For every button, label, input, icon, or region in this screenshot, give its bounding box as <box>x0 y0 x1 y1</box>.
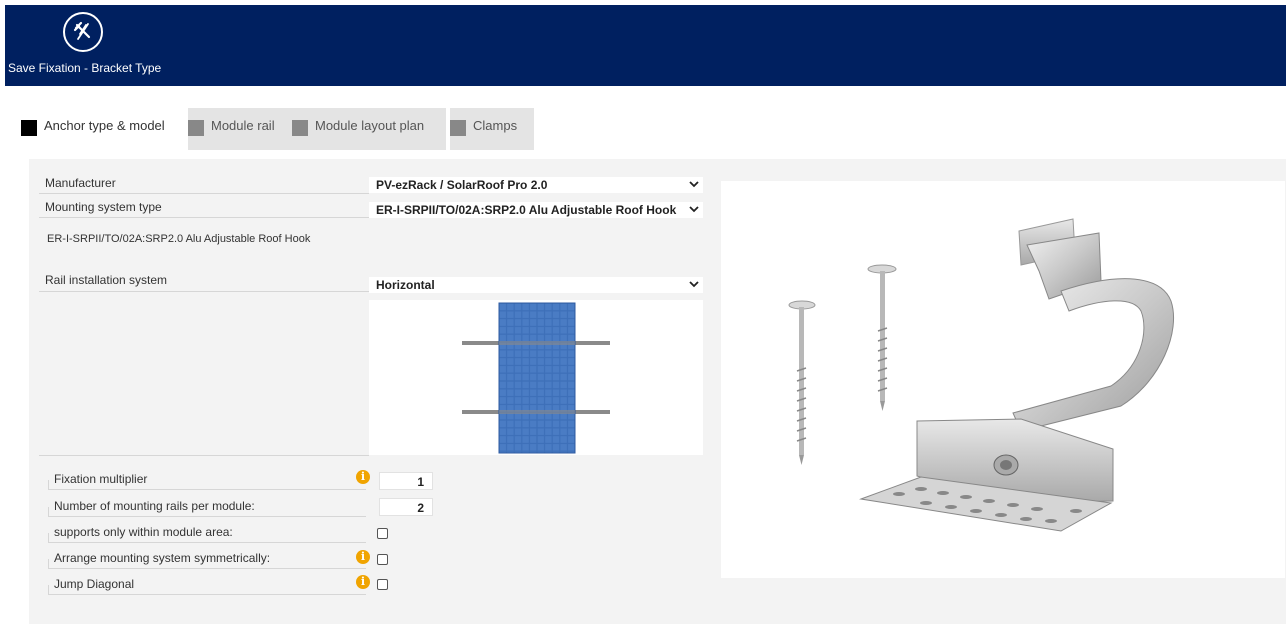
divider <box>39 217 369 218</box>
fixation-multiplier-label: Fixation multiplier <box>54 472 148 486</box>
arrange-symmetric-label: Arrange mounting system symmetrically: <box>54 551 271 565</box>
divider <box>48 594 366 595</box>
chevron-down-icon <box>689 206 699 213</box>
arrange-symmetric-checkbox[interactable] <box>377 554 388 565</box>
manufacturer-label: Manufacturer <box>45 176 116 190</box>
tab-label: Clamps <box>473 118 518 133</box>
rails-per-module-label: Number of mounting rails per module: <box>54 499 255 513</box>
divider <box>48 516 366 517</box>
tab-label: Module layout plan <box>315 118 425 133</box>
jump-diagonal-label: Jump Diagonal <box>54 577 135 591</box>
info-icon[interactable]: i <box>356 550 370 564</box>
divider <box>39 193 369 194</box>
mounting-type-select[interactable]: ER-I-SRPII/TO/02A:SRP2.0 Alu Adjustable … <box>369 202 703 218</box>
rail-system-label: Rail installation system <box>45 273 168 287</box>
divider <box>39 291 369 292</box>
divider <box>48 489 366 490</box>
rail-system-value: Horizontal <box>376 278 435 292</box>
tab-module-layout-plan[interactable]: Module layout plan <box>292 108 446 150</box>
rails-per-module-input[interactable]: 2 <box>379 498 433 516</box>
tab-clamps[interactable]: Clamps <box>450 108 534 150</box>
selected-product-text: ER-I-SRPII/TO/02A:SRP2.0 Alu Adjustable … <box>47 233 311 245</box>
tab-indicator-icon <box>188 120 204 136</box>
roof-hook-illustration <box>788 218 1175 532</box>
chevron-down-icon <box>689 181 699 188</box>
page-title: Save Fixation - Bracket Type <box>8 61 162 75</box>
tab-indicator-icon <box>21 120 37 136</box>
tab-indicator-icon <box>450 120 466 136</box>
mounting-type-value: ER-I-SRPII/TO/02A:SRP2.0 Alu Adjustable … <box>376 203 677 217</box>
divider <box>48 507 49 517</box>
mounting-type-label: Mounting system type <box>45 200 162 214</box>
manufacturer-select[interactable]: PV-ezRack / SolarRoof Pro 2.0 <box>369 177 703 193</box>
module-rail-diagram <box>462 302 610 454</box>
divider <box>48 585 49 595</box>
divider <box>48 533 49 543</box>
tab-anchor-type[interactable]: Anchor type & model <box>21 108 188 150</box>
tab-label: Module rail <box>211 118 275 133</box>
supports-within-area-checkbox[interactable] <box>377 528 388 539</box>
fixation-multiplier-input[interactable]: 1 <box>379 472 433 490</box>
wrench-screw-icon <box>63 12 103 52</box>
info-icon[interactable]: i <box>356 575 370 589</box>
divider <box>48 542 366 543</box>
product-image <box>721 181 1285 578</box>
info-icon[interactable]: i <box>356 470 370 484</box>
tab-module-rail[interactable]: Module rail <box>188 108 292 150</box>
tab-label: Anchor type & model <box>44 118 165 133</box>
divider <box>39 455 369 456</box>
chevron-down-icon <box>689 281 699 288</box>
divider <box>48 568 366 569</box>
rail-layout-preview <box>369 300 703 455</box>
app-header: Save Fixation - Bracket Type <box>5 5 1286 86</box>
rail-system-select[interactable]: Horizontal <box>369 277 703 293</box>
supports-within-area-label: supports only within module area: <box>54 525 233 539</box>
divider <box>48 480 49 490</box>
divider <box>48 559 49 569</box>
jump-diagonal-checkbox[interactable] <box>377 579 388 590</box>
manufacturer-value: PV-ezRack / SolarRoof Pro 2.0 <box>376 178 548 192</box>
tab-indicator-icon <box>292 120 308 136</box>
